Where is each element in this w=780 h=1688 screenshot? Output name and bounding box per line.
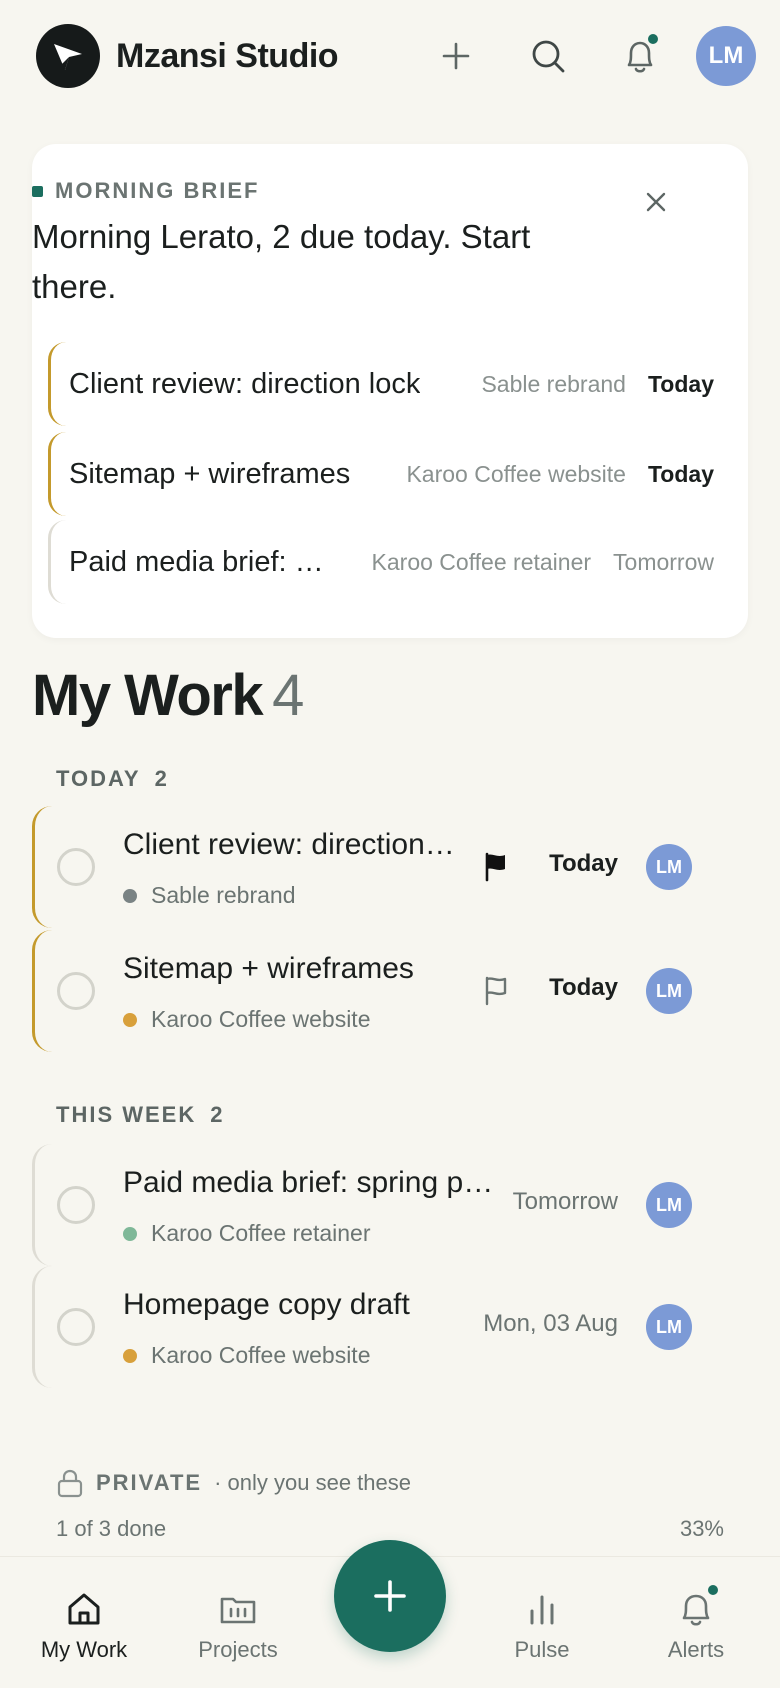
task-checkbox[interactable]	[57, 848, 95, 886]
nav-projects[interactable]: Projects	[168, 1587, 308, 1663]
task-due: Today	[549, 974, 618, 1001]
nav-label: Projects	[198, 1637, 278, 1662]
section-count: 2	[210, 1102, 225, 1127]
page-title: My Work 4	[32, 663, 305, 728]
brief-item-title: Sitemap + wireframes	[69, 457, 351, 490]
brief-item-due: Today	[647, 370, 714, 397]
flag-button[interactable]	[479, 974, 513, 1008]
project-color-dot	[123, 1012, 137, 1027]
brief-label: MORNING BRIEF	[32, 178, 259, 204]
search-button[interactable]	[516, 24, 580, 88]
task-due: Tomorrow	[512, 1188, 618, 1215]
brief-message: Morning Lerato, 2 due today. Start there…	[32, 218, 531, 305]
alerts-dot	[706, 1583, 720, 1597]
add-task-button[interactable]	[334, 1540, 446, 1652]
close-icon	[646, 192, 666, 212]
task-row[interactable]: Sitemap + wireframes Karoo Coffee websit…	[32, 930, 748, 1052]
home-icon	[62, 1587, 106, 1631]
brief-item-project: Sable rebrand	[481, 370, 626, 397]
task-due: Today	[549, 850, 618, 877]
brief-item-project: Karoo Coffee website	[406, 460, 626, 487]
nav-label: Pulse	[514, 1637, 570, 1662]
brief-item-title: Paid media brief: …	[69, 545, 324, 578]
private-section-header[interactable]: PRIVATE · only you see these	[56, 1468, 411, 1498]
task-project: Karoo Coffee retainer	[123, 1220, 371, 1247]
assignee-avatar[interactable]: LM	[646, 1182, 692, 1228]
private-progress-percent: 33%	[679, 1516, 724, 1541]
close-brief-button[interactable]	[636, 182, 676, 222]
top-bar: Mzansi Studio LM	[0, 0, 780, 112]
task-title: Paid media brief: spring pu…	[123, 1166, 503, 1199]
bar-chart-icon	[520, 1587, 564, 1631]
project-color-dot	[123, 1348, 137, 1363]
notifications-button[interactable]	[608, 24, 672, 88]
nav-my-work[interactable]: My Work	[14, 1587, 154, 1663]
bell-icon	[674, 1583, 720, 1631]
brief-item[interactable]: Paid media brief: … Karoo Coffee retaine…	[48, 520, 732, 604]
task-row[interactable]: Homepage copy draft Karoo Coffee website…	[32, 1266, 748, 1388]
flag-outline-icon	[485, 976, 507, 1006]
nav-label: My Work	[40, 1637, 128, 1662]
task-checkbox[interactable]	[57, 1186, 95, 1224]
nav-alerts[interactable]: Alerts	[626, 1583, 766, 1663]
flag-button[interactable]	[479, 850, 513, 884]
task-project: Sable rebrand	[123, 882, 296, 909]
logo-mark-icon	[54, 44, 82, 70]
search-icon	[532, 40, 565, 73]
private-progress-text: 1 of 3 done	[56, 1516, 167, 1541]
brief-marker-icon	[32, 185, 43, 197]
task-project: Karoo Coffee website	[123, 1006, 371, 1033]
section-label-this-week: THIS WEEK 2	[56, 1102, 225, 1127]
lock-icon	[57, 1469, 83, 1498]
section-count: 2	[154, 766, 169, 791]
task-row[interactable]: Client review: direction … Sable rebrand…	[32, 806, 748, 928]
flag-filled-icon	[485, 852, 505, 882]
assignee-avatar[interactable]: LM	[646, 844, 692, 890]
task-due: Mon, 03 Aug	[483, 1310, 618, 1337]
nav-label: Alerts	[667, 1637, 725, 1662]
section-label-today: TODAY 2	[56, 766, 169, 791]
task-row[interactable]: Paid media brief: spring pu… Karoo Coffe…	[32, 1144, 748, 1266]
assignee-avatar[interactable]: LM	[646, 1304, 692, 1350]
brief-item-title: Client review: direction lock	[69, 367, 421, 400]
brief-item[interactable]: Sitemap + wireframes Karoo Coffee websit…	[48, 432, 732, 516]
task-checkbox[interactable]	[57, 1308, 95, 1346]
task-project: Karoo Coffee website	[123, 1342, 371, 1369]
add-button[interactable]	[424, 24, 488, 88]
plus-icon	[442, 42, 470, 70]
user-avatar[interactable]: LM	[696, 26, 756, 86]
task-title: Client review: direction …	[123, 828, 463, 861]
private-note: · only you see these	[214, 1470, 411, 1495]
brief-item-project: Karoo Coffee retainer	[371, 548, 592, 575]
app-name: Mzansi Studio	[116, 36, 339, 75]
task-title: Homepage copy draft	[123, 1288, 410, 1321]
notification-dot	[646, 32, 660, 46]
task-checkbox[interactable]	[57, 972, 95, 1010]
brief-item-due: Today	[647, 460, 714, 487]
project-color-dot	[123, 888, 137, 903]
brief-item[interactable]: Client review: direction lock Sable rebr…	[48, 342, 732, 426]
brief-item-due: Tomorrow	[613, 548, 714, 575]
task-title: Sitemap + wireframes	[123, 952, 414, 985]
folder-icon	[216, 1587, 260, 1631]
private-label: PRIVATE	[96, 1470, 203, 1495]
plus-icon	[374, 1580, 406, 1612]
task-count: 4	[272, 663, 305, 728]
logo	[36, 24, 100, 88]
nav-pulse[interactable]: Pulse	[472, 1587, 612, 1663]
assignee-avatar[interactable]: LM	[646, 968, 692, 1014]
project-color-dot	[123, 1226, 137, 1241]
